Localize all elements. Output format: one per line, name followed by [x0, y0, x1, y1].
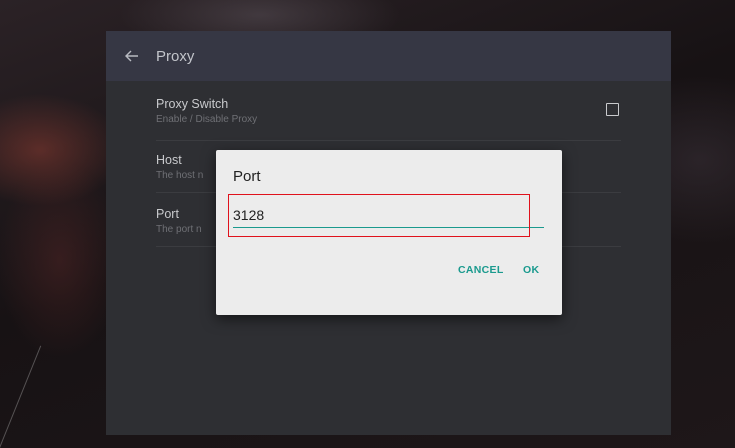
arrow-left-icon[interactable]: [122, 46, 142, 66]
setting-subtitle: Enable / Disable Proxy: [156, 114, 258, 125]
ok-button[interactable]: OK: [523, 264, 539, 276]
port-input[interactable]: [233, 203, 544, 228]
divider: [156, 140, 621, 141]
setting-row-proxy-switch[interactable]: Proxy Switch Enable / Disable Proxy: [156, 97, 621, 141]
page-title: Proxy: [156, 47, 195, 65]
port-dialog: Port CANCEL OK: [216, 150, 562, 315]
proxy-switch-checkbox[interactable]: [606, 103, 619, 116]
app-bar: Proxy: [106, 31, 671, 81]
dialog-title: Port: [233, 168, 261, 185]
setting-title: Proxy Switch: [156, 97, 229, 111]
cancel-button[interactable]: CANCEL: [458, 264, 504, 276]
wallpaper-streak: [0, 345, 42, 448]
